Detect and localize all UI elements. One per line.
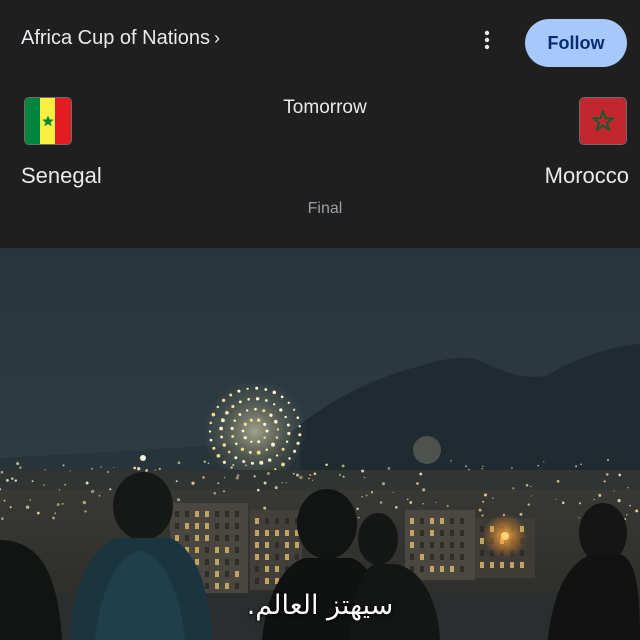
home-team-name[interactable]: Senegal [21,162,102,190]
match-card[interactable]: Africa Cup of Nations › Follow Senegal M… [0,0,640,248]
senegal-flag-icon[interactable] [25,98,71,144]
morocco-flag-icon[interactable] [580,98,626,144]
video-subtitle: سيهتز العالم. [246,590,394,621]
video-frame [0,248,640,640]
match-stage: Final [307,200,343,217]
more-options-button[interactable] [474,26,500,54]
chevron-right-icon: › [213,28,220,48]
video-player[interactable]: سيهتز العالم. [0,248,640,640]
follow-button[interactable]: Follow [525,19,627,67]
more-vert-icon [484,30,490,50]
away-team-name[interactable]: Morocco [545,162,629,190]
match-time: Tomorrow [283,97,367,118]
screen: Africa Cup of Nations › Follow Senegal M… [0,0,640,640]
competition-name: Africa Cup of Nations [21,27,210,49]
competition-link[interactable]: Africa Cup of Nations › [21,25,220,51]
